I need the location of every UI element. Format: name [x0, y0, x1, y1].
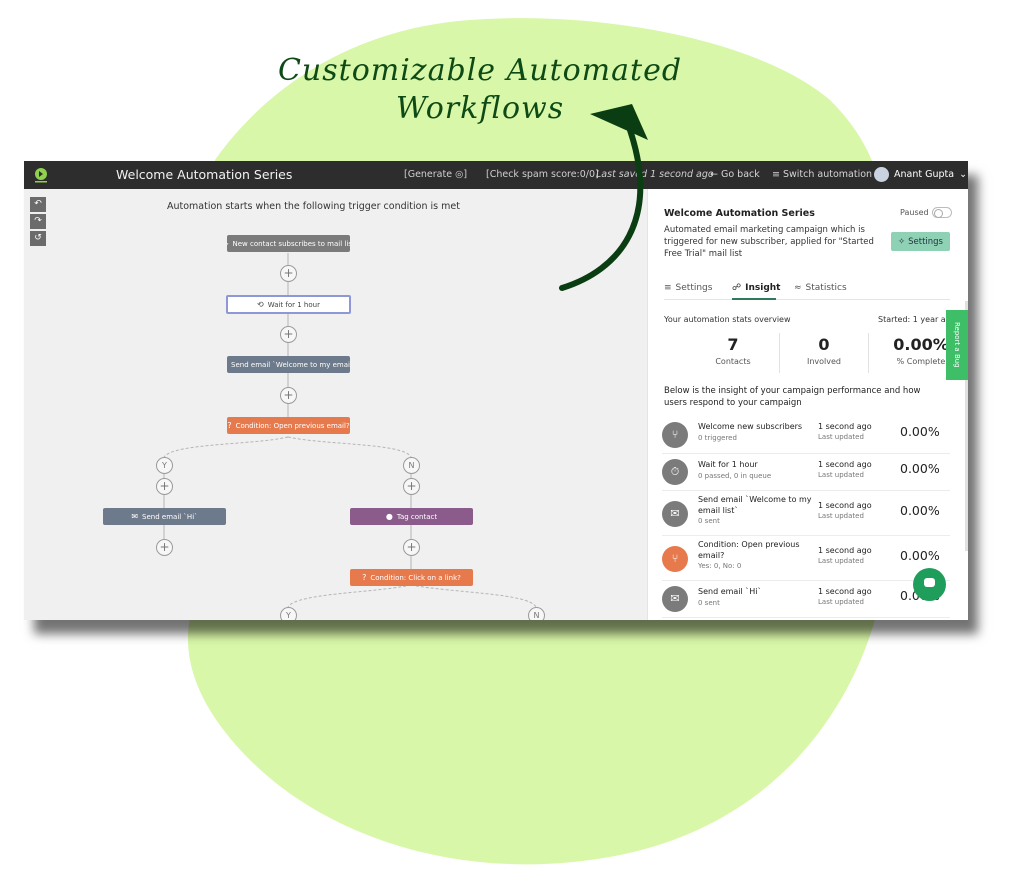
- promo-stage: Customizable Automated Workflows Welcome…: [0, 0, 1025, 888]
- curved-arrow-icon: [559, 104, 648, 291]
